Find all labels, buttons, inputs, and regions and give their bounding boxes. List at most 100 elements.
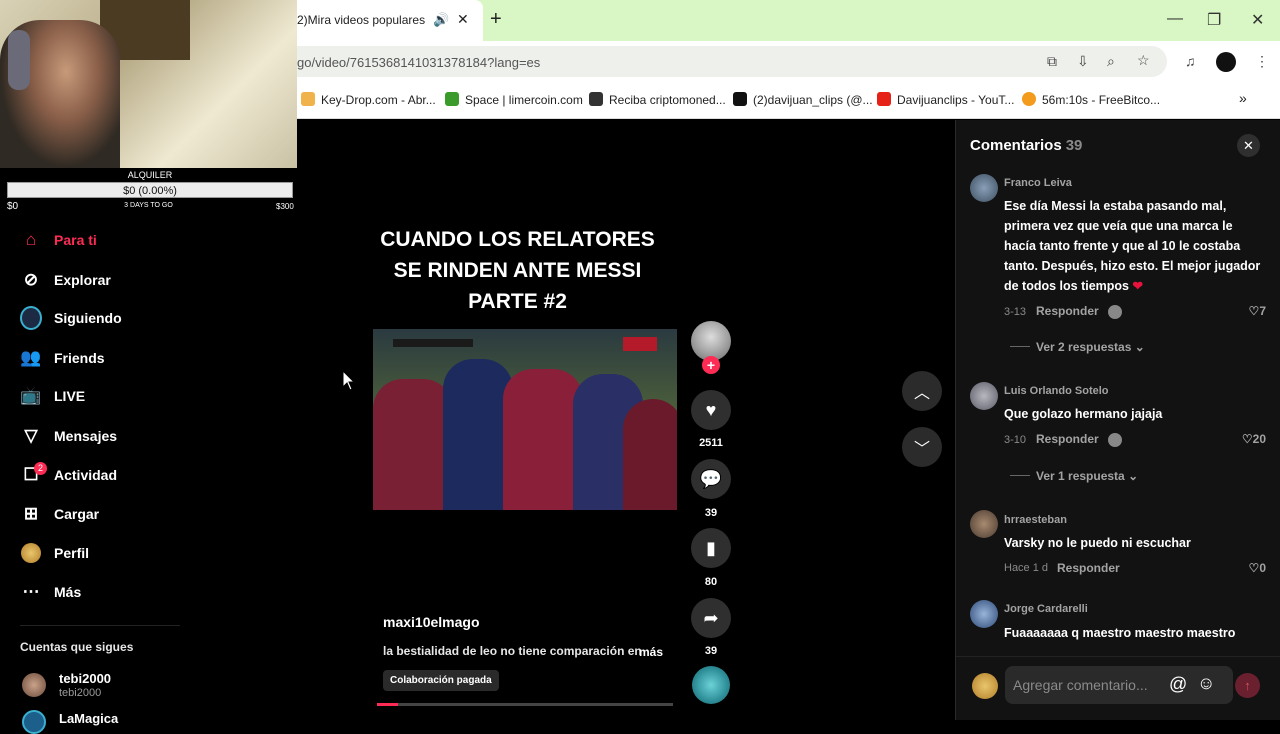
follow-plus-icon[interactable]: + xyxy=(702,356,720,374)
nav-cargar[interactable]: ⊞ Cargar xyxy=(20,502,99,526)
comment-username[interactable]: Franco Leiva xyxy=(1004,177,1072,189)
account-name[interactable]: LaMagica xyxy=(59,711,118,726)
mention-at-icon[interactable]: @ xyxy=(1169,674,1187,695)
chevron-down-icon: ⌄ xyxy=(1134,340,1145,354)
new-tab-icon[interactable]: + xyxy=(490,8,502,31)
home-icon: ⌂ xyxy=(25,230,37,249)
video-progress-bar[interactable] xyxy=(377,703,673,706)
bookmark-item[interactable]: Reciba criptomoned... xyxy=(589,92,726,107)
comment-avatar[interactable] xyxy=(970,174,998,202)
caption-more-link[interactable]: más xyxy=(639,645,663,659)
comment-count: 39 xyxy=(704,507,718,519)
comment-username[interactable]: Jorge Cardarelli xyxy=(1004,603,1088,615)
music-disc-icon[interactable] xyxy=(692,666,730,704)
send-arrow-icon[interactable]: ↑ xyxy=(1235,673,1260,698)
previous-video-chevron-up-icon[interactable]: ︿ xyxy=(902,371,942,411)
reply-button[interactable]: Responder xyxy=(1036,432,1099,446)
comment-like[interactable]: ♡7 xyxy=(1249,304,1266,318)
restore-icon[interactable]: ❐ xyxy=(1207,10,1221,30)
comment-username[interactable]: Luis Orlando Sotelo xyxy=(1004,385,1109,397)
speaker-icon[interactable]: 🔊 xyxy=(433,12,449,28)
close-tab-icon[interactable]: ✕ xyxy=(457,11,469,28)
upload-plus-icon: ⊞ xyxy=(23,504,39,523)
comments-count: 39 xyxy=(1065,137,1083,154)
video-broadcast-logo xyxy=(623,337,657,351)
view-replies-button[interactable]: Ver 2 respuestas ⌄ xyxy=(1010,340,1145,354)
profile-avatar-icon xyxy=(20,542,42,564)
video-title-line: CUANDO LOS RELATORES xyxy=(380,228,655,251)
comment-avatar[interactable] xyxy=(970,510,998,538)
reply-button[interactable]: Responder xyxy=(1057,561,1120,575)
bookmark-save-icon[interactable]: ▮ xyxy=(691,528,731,568)
heart-outline-icon: ♡ xyxy=(1241,432,1253,446)
bookmark-item[interactable]: 56m:10s - FreeBitco... xyxy=(1022,92,1160,107)
comment-bubble-icon[interactable]: 💬 xyxy=(691,459,731,499)
creator-avatar[interactable] xyxy=(691,321,731,361)
goal-progress-bar: $0 (0.00%) xyxy=(7,182,293,198)
nav-para-ti[interactable]: ⌂ Para ti xyxy=(20,228,97,252)
comment-avatar[interactable] xyxy=(970,382,998,410)
nav-friends[interactable]: 👥 Friends xyxy=(20,346,104,370)
mouse-cursor-icon xyxy=(342,370,356,391)
nav-siguiendo[interactable]: Siguiendo xyxy=(20,306,122,330)
browser-tab[interactable]: 2)Mira videos populares se 🔊 ✕ xyxy=(297,0,483,41)
media-control-icon[interactable]: ♫ xyxy=(1185,53,1196,69)
replies-line xyxy=(1010,346,1030,347)
profile-avatar[interactable] xyxy=(1216,52,1236,72)
account-avatar[interactable] xyxy=(22,673,46,697)
nav-perfil[interactable]: Perfil xyxy=(20,541,89,565)
more-dots-icon: ⋯ xyxy=(22,582,40,601)
minimize-icon[interactable]: — xyxy=(1167,10,1183,28)
creator-name[interactable]: maxi10elmago xyxy=(383,614,480,630)
nav-mas[interactable]: ⋯ Más xyxy=(20,580,82,604)
save-count: 80 xyxy=(704,576,718,588)
comment-text: Fuaaaaaaa q maestro maestro maestro xyxy=(1004,626,1236,640)
paid-partnership-tag: Colaboración pagada xyxy=(383,670,499,691)
install-app-icon[interactable]: ⇩ xyxy=(1077,53,1089,70)
reply-button[interactable]: Responder xyxy=(1036,304,1099,318)
nav-mensajes[interactable]: ▽ Mensajes xyxy=(20,424,117,448)
video-player-figure xyxy=(373,379,453,510)
close-comments-icon[interactable]: ✕ xyxy=(1237,134,1260,157)
video-player[interactable] xyxy=(373,329,677,510)
comment-like[interactable]: ♡0 xyxy=(1249,561,1266,575)
comment-username[interactable]: hrraesteban xyxy=(1004,514,1067,526)
like-heart-icon[interactable]: ♥ xyxy=(691,390,731,430)
following-avatar-icon xyxy=(20,306,42,330)
nav-live[interactable]: 📺 LIVE xyxy=(20,384,85,408)
my-avatar xyxy=(972,673,998,699)
bookmark-favicon-icon xyxy=(445,92,459,106)
nav-explorar[interactable]: ⊘ Explorar xyxy=(20,268,111,292)
next-video-chevron-down-icon[interactable]: ﹀ xyxy=(902,427,942,467)
tab-title: 2)Mira videos populares se xyxy=(297,13,427,27)
account-avatar[interactable] xyxy=(22,710,46,734)
goal-max: $300 xyxy=(276,202,294,211)
comment-avatar[interactable] xyxy=(970,600,998,628)
emoji-icon[interactable]: ☺ xyxy=(1197,673,1215,694)
bookmark-item[interactable]: (2)davijuan_clips (@... xyxy=(733,92,873,107)
translate-icon[interactable]: ⧉ xyxy=(1047,53,1057,70)
webcam-overlay xyxy=(0,0,297,168)
zoom-icon[interactable]: ⌕ xyxy=(1107,53,1115,70)
live-tv-icon: 📺 xyxy=(20,386,42,405)
account-name[interactable]: tebi2000 xyxy=(59,671,111,686)
bookmark-favicon-icon xyxy=(733,92,747,106)
comment-like[interactable]: ♡20 xyxy=(1242,432,1266,446)
bookmark-item[interactable]: Space | limercoin.com xyxy=(445,92,583,107)
bookmark-item[interactable]: Key-Drop.com - Abr... xyxy=(301,92,436,107)
view-replies-button[interactable]: Ver 1 respuesta ⌄ xyxy=(1010,469,1138,483)
menu-dots-icon[interactable]: ⋮ xyxy=(1255,53,1269,70)
bookmark-favicon-icon xyxy=(589,92,603,106)
comment-date: 3-10 xyxy=(1004,434,1027,446)
bookmark-favicon-icon xyxy=(301,92,315,106)
replies-line xyxy=(1010,475,1030,476)
window-close-icon[interactable]: ✕ xyxy=(1251,10,1264,30)
bookmark-star-icon[interactable]: ☆ xyxy=(1137,52,1150,69)
chevron-down-icon: ⌄ xyxy=(1128,469,1139,483)
browser-toolbar: go/video/7615368141031378184?lang=es ⧉ ⇩… xyxy=(297,41,1280,81)
comment-date: 3-13 xyxy=(1004,306,1027,318)
address-bar[interactable]: go/video/7615368141031378184?lang=es ⧉ ⇩… xyxy=(297,46,1167,77)
share-arrow-icon[interactable]: ➦ xyxy=(691,598,731,638)
bookmark-item[interactable]: Davijuanclips - YouT... xyxy=(877,92,1014,107)
bookmarks-overflow-icon[interactable]: » xyxy=(1239,90,1247,106)
